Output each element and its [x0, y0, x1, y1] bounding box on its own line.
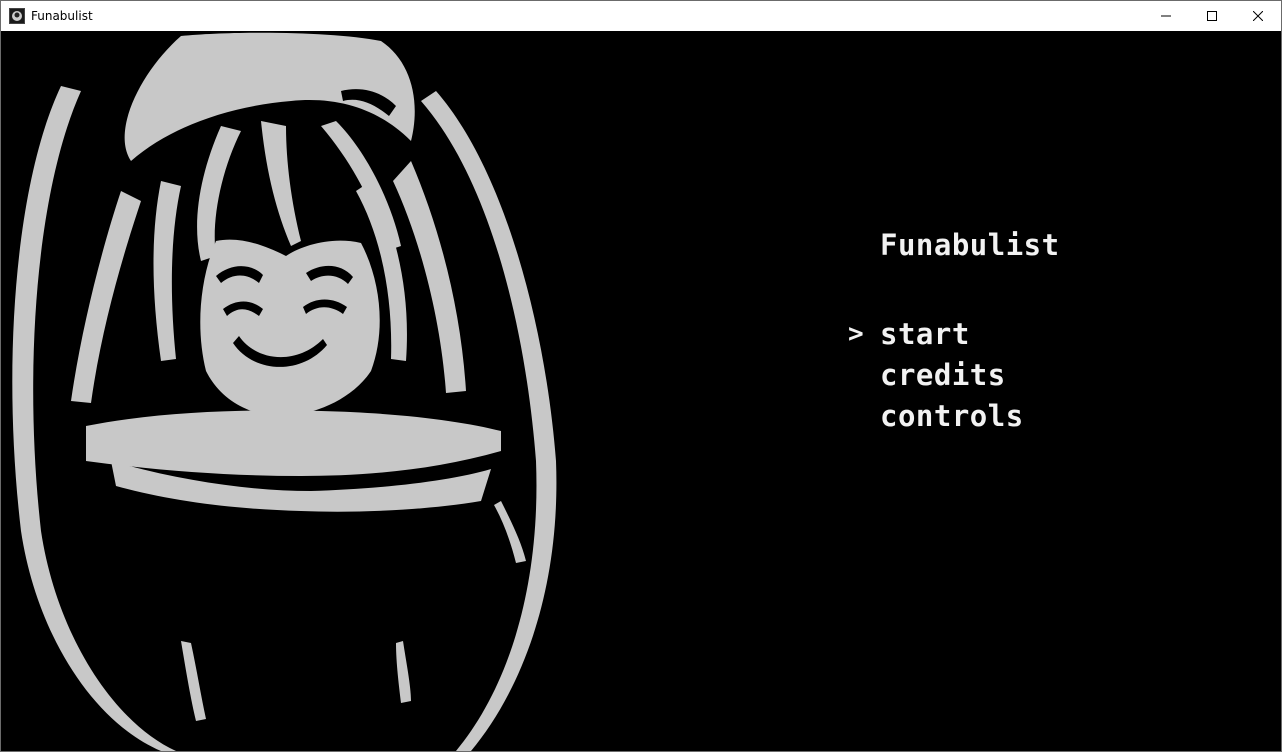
menu-item-start[interactable]: > start [848, 314, 1024, 355]
menu-item-controls[interactable]: controls [880, 396, 1024, 437]
menu-item-label: start [880, 317, 970, 351]
main-menu: > start credits controls [848, 314, 1024, 437]
menu-item-label: controls [880, 399, 1024, 433]
maximize-button[interactable] [1189, 1, 1235, 31]
window-controls [1143, 1, 1281, 31]
app-icon [9, 8, 25, 24]
close-icon [1253, 11, 1263, 21]
menu-selector-cursor: > [848, 319, 865, 349]
menu-item-label: credits [880, 358, 1006, 392]
window-title: Funabulist [31, 9, 93, 23]
minimize-icon [1161, 15, 1171, 17]
title-bar[interactable]: Funabulist [1, 1, 1281, 31]
game-title: Funabulist [880, 228, 1060, 262]
maximize-icon [1207, 11, 1217, 21]
game-window: Funabulist Funabulist > start credits co… [0, 0, 1282, 752]
game-viewport[interactable]: Funabulist > start credits controls [1, 31, 1281, 751]
minimize-button[interactable] [1143, 1, 1189, 31]
close-button[interactable] [1235, 1, 1281, 31]
menu-item-credits[interactable]: credits [880, 355, 1024, 396]
character-portrait [12, 32, 557, 751]
